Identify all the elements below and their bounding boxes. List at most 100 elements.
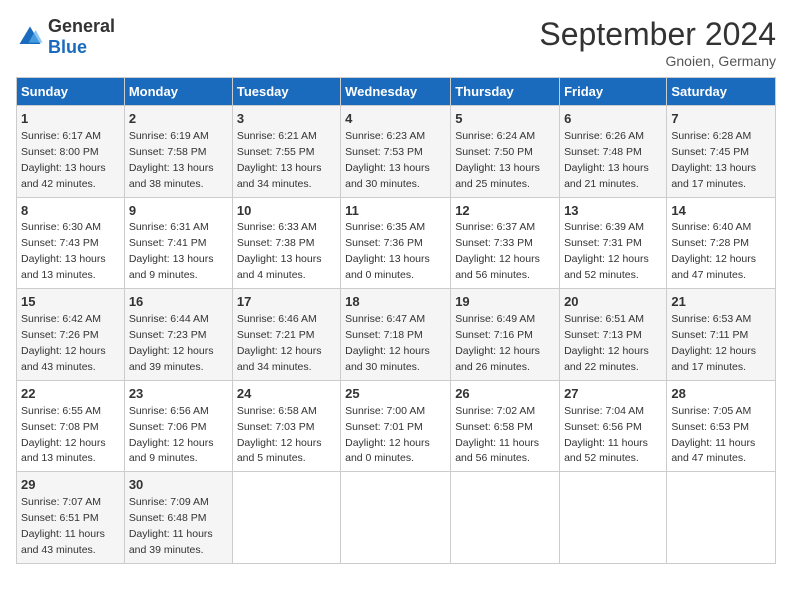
daylight-info: Daylight: 11 hours and 56 minutes. xyxy=(455,437,539,465)
daylight-info: Daylight: 13 hours and 21 minutes. xyxy=(564,162,649,190)
col-header-monday: Monday xyxy=(124,78,232,106)
logo-general-text: General xyxy=(48,16,115,36)
sunrise-info: Sunrise: 6:46 AM xyxy=(237,313,317,325)
calendar-cell: 1Sunrise: 6:17 AMSunset: 8:00 PMDaylight… xyxy=(17,106,125,198)
daylight-info: Daylight: 12 hours and 5 minutes. xyxy=(237,437,322,465)
sunrise-info: Sunrise: 6:37 AM xyxy=(455,221,535,233)
calendar-cell: 15Sunrise: 6:42 AMSunset: 7:26 PMDayligh… xyxy=(17,289,125,381)
calendar-cell: 30Sunrise: 7:09 AMSunset: 6:48 PMDayligh… xyxy=(124,472,232,564)
day-number: 8 xyxy=(21,202,120,221)
daylight-info: Daylight: 12 hours and 30 minutes. xyxy=(345,345,430,373)
daylight-info: Daylight: 11 hours and 47 minutes. xyxy=(671,437,755,465)
sunset-info: Sunset: 7:43 PM xyxy=(21,237,99,249)
week-row-2: 8Sunrise: 6:30 AM Sunset: 7:43 PM Daylight… xyxy=(17,197,776,289)
day-number: 26 xyxy=(455,385,555,404)
daylight-info: Daylight: 11 hours and 52 minutes. xyxy=(564,437,648,465)
sunset-info: Sunset: 7:16 PM xyxy=(455,329,533,341)
daylight-info: Daylight: 12 hours and 47 minutes. xyxy=(671,253,756,281)
day-number: 13 xyxy=(564,202,662,221)
calendar-cell xyxy=(451,472,560,564)
day-number: 17 xyxy=(237,293,336,312)
sunset-info: Sunset: 7:36 PM xyxy=(345,237,423,249)
day-number: 18 xyxy=(345,293,446,312)
daylight-info: Daylight: 13 hours and 30 minutes. xyxy=(345,162,430,190)
daylight-info: Daylight: 12 hours and 9 minutes. xyxy=(129,437,214,465)
sunrise-info: Sunrise: 6:21 AM xyxy=(237,130,317,142)
column-headers-row: SundayMondayTuesdayWednesdayThursdayFrid… xyxy=(17,78,776,106)
sunrise-info: Sunrise: 7:00 AM xyxy=(345,405,425,417)
sunset-info: Sunset: 6:53 PM xyxy=(671,421,749,433)
day-number: 5 xyxy=(455,110,555,129)
daylight-info: Daylight: 13 hours and 38 minutes. xyxy=(129,162,214,190)
sunrise-info: Sunrise: 6:58 AM xyxy=(237,405,317,417)
col-header-sunday: Sunday xyxy=(17,78,125,106)
daylight-info: Daylight: 12 hours and 0 minutes. xyxy=(345,437,430,465)
logo-icon xyxy=(16,23,44,51)
calendar-cell xyxy=(232,472,340,564)
sunset-info: Sunset: 7:28 PM xyxy=(671,237,749,249)
day-number: 2 xyxy=(129,110,228,129)
day-number: 7 xyxy=(671,110,771,129)
calendar-cell: 23Sunrise: 6:56 AMSunset: 7:06 PMDayligh… xyxy=(124,380,232,472)
col-header-thursday: Thursday xyxy=(451,78,560,106)
day-number: 23 xyxy=(129,385,228,404)
daylight-info: Daylight: 13 hours and 9 minutes. xyxy=(129,253,214,281)
sunset-info: Sunset: 7:13 PM xyxy=(564,329,642,341)
calendar-cell: 3Sunrise: 6:21 AMSunset: 7:55 PMDaylight… xyxy=(232,106,340,198)
daylight-info: Daylight: 13 hours and 13 minutes. xyxy=(21,253,106,281)
day-number: 29 xyxy=(21,476,120,495)
calendar-cell: 6Sunrise: 6:26 AMSunset: 7:48 PMDaylight… xyxy=(560,106,667,198)
sunset-info: Sunset: 7:41 PM xyxy=(129,237,207,249)
sunrise-info: Sunrise: 6:28 AM xyxy=(671,130,751,142)
sunset-info: Sunset: 7:03 PM xyxy=(237,421,315,433)
sunrise-info: Sunrise: 7:04 AM xyxy=(564,405,644,417)
calendar-cell: 13Sunrise: 6:39 AM Sunset: 7:31 PM Dayligh… xyxy=(560,197,667,289)
day-number: 19 xyxy=(455,293,555,312)
day-number: 30 xyxy=(129,476,228,495)
sunrise-info: Sunrise: 6:30 AM xyxy=(21,221,101,233)
sunset-info: Sunset: 7:31 PM xyxy=(564,237,642,249)
day-number: 10 xyxy=(237,202,336,221)
calendar-cell: 20Sunrise: 6:51 AMSunset: 7:13 PMDayligh… xyxy=(560,289,667,381)
sunset-info: Sunset: 7:48 PM xyxy=(564,146,642,158)
sunrise-info: Sunrise: 7:07 AM xyxy=(21,496,101,508)
daylight-info: Daylight: 12 hours and 26 minutes. xyxy=(455,345,540,373)
day-number: 15 xyxy=(21,293,120,312)
sunrise-info: Sunrise: 6:26 AM xyxy=(564,130,644,142)
daylight-info: Daylight: 13 hours and 4 minutes. xyxy=(237,253,322,281)
sunset-info: Sunset: 7:21 PM xyxy=(237,329,315,341)
calendar-cell: 14Sunrise: 6:40 AMSunset: 7:28 PMDayligh… xyxy=(667,197,776,289)
sunrise-info: Sunrise: 6:49 AM xyxy=(455,313,535,325)
sunrise-info: Sunrise: 6:39 AM xyxy=(564,221,644,233)
sunrise-info: Sunrise: 6:24 AM xyxy=(455,130,535,142)
sunset-info: Sunset: 7:26 PM xyxy=(21,329,99,341)
calendar-cell: 29Sunrise: 7:07 AMSunset: 6:51 PMDayligh… xyxy=(17,472,125,564)
day-number: 16 xyxy=(129,293,228,312)
calendar-cell: 18Sunrise: 6:47 AMSunset: 7:18 PMDayligh… xyxy=(341,289,451,381)
calendar-cell: 7Sunrise: 6:28 AMSunset: 7:45 PMDaylight… xyxy=(667,106,776,198)
sunrise-info: Sunrise: 6:56 AM xyxy=(129,405,209,417)
calendar-cell: 27Sunrise: 7:04 AMSunset: 6:56 PMDayligh… xyxy=(560,380,667,472)
sunrise-info: Sunrise: 7:05 AM xyxy=(671,405,751,417)
daylight-info: Daylight: 11 hours and 39 minutes. xyxy=(129,528,213,556)
day-number: 28 xyxy=(671,385,771,404)
calendar-cell: 28Sunrise: 7:05 AM Sunset: 6:53 PM Dayligh… xyxy=(667,380,776,472)
calendar-cell: 17Sunrise: 6:46 AMSunset: 7:21 PMDayligh… xyxy=(232,289,340,381)
sunset-info: Sunset: 7:33 PM xyxy=(455,237,533,249)
daylight-info: Daylight: 12 hours and 17 minutes. xyxy=(671,345,756,373)
sunset-info: Sunset: 7:38 PM xyxy=(237,237,315,249)
calendar-cell: 12Sunrise: 6:37 AMSunset: 7:33 PMDayligh… xyxy=(451,197,560,289)
sunrise-info: Sunrise: 6:42 AM xyxy=(21,313,101,325)
sunrise-info: Sunrise: 6:53 AM xyxy=(671,313,751,325)
day-number: 27 xyxy=(564,385,662,404)
calendar-cell: 26Sunrise: 7:02 AMSunset: 6:58 PMDayligh… xyxy=(451,380,560,472)
sunset-info: Sunset: 7:55 PM xyxy=(237,146,315,158)
header: General Blue September 2024 Gnoien, Germ… xyxy=(16,16,776,69)
daylight-info: Daylight: 11 hours and 43 minutes. xyxy=(21,528,105,556)
calendar-cell: 8Sunrise: 6:30 AM Sunset: 7:43 PM Daylight… xyxy=(17,197,125,289)
sunset-info: Sunset: 7:58 PM xyxy=(129,146,207,158)
sunset-info: Sunset: 7:53 PM xyxy=(345,146,423,158)
daylight-info: Daylight: 12 hours and 52 minutes. xyxy=(564,253,649,281)
sunrise-info: Sunrise: 6:17 AM xyxy=(21,130,101,142)
sunrise-info: Sunrise: 6:51 AM xyxy=(564,313,644,325)
